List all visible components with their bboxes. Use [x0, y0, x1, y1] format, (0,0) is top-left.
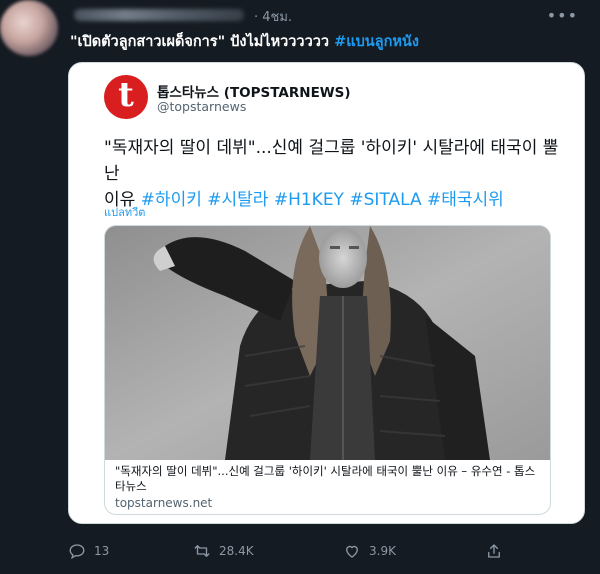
- quoted-source-handle[interactable]: @topstarnews: [157, 99, 246, 114]
- quoted-source-name[interactable]: 톱스타뉴스 (TOPSTARNEWS): [157, 81, 351, 101]
- like-count: 3.9K: [369, 544, 396, 558]
- topstarnews-logo[interactable]: t: [104, 75, 148, 119]
- photo-illustration: [105, 226, 550, 460]
- link-preview-title[interactable]: "독재자의 딸이 데뷔"...신예 걸그룹 '하이키' 시탈라에 태국이 뿔난 …: [115, 464, 545, 494]
- user-avatar[interactable]: [0, 0, 58, 56]
- retweet-count: 28.4K: [219, 544, 254, 558]
- tweet-text-plain: "เปิดตัวลูกสาวเผด็จการ" ปังไม่ไหวววววว: [70, 34, 330, 50]
- translate-tweet-link[interactable]: แปลทวีต: [104, 203, 145, 221]
- heart-icon: [346, 545, 358, 558]
- quoted-hashtags[interactable]: #하이키 #시탈라 #H1KEY #SITALA #태국시위: [141, 190, 504, 210]
- quoted-tweet-card[interactable]: t 톱스타뉴스 (TOPSTARNEWS) @topstarnews "독재자의…: [68, 62, 585, 524]
- reply-icon: [69, 544, 85, 560]
- reply-button[interactable]: 13: [68, 540, 109, 562]
- quoted-headline-line1: "독재자의 딸이 데뷔"...신예 걸그룹 '하이키' 시탈라에 태국이 뿔난: [104, 138, 559, 184]
- quoted-headline: "독재자의 딸이 데뷔"...신예 걸그룹 '하이키' 시탈라에 태국이 뿔난 …: [104, 135, 574, 213]
- retweet-icon: [194, 545, 210, 557]
- retweet-button[interactable]: 28.4K: [193, 540, 254, 562]
- article-photo[interactable]: [105, 226, 550, 460]
- tweet-timestamp[interactable]: · 4ชม.: [254, 6, 292, 27]
- blurred-username[interactable]: [74, 9, 244, 21]
- tweet-text: "เปิดตัวลูกสาวเผด็จการ" ปังไม่ไหวววววว #…: [70, 30, 419, 53]
- reply-count: 13: [94, 544, 110, 558]
- share-button[interactable]: [485, 540, 503, 562]
- like-button[interactable]: 3.9K: [343, 540, 396, 562]
- tweet-actions: 13 28.4K 3.9K: [68, 540, 508, 562]
- link-preview-card[interactable]: "독재자의 딸이 데뷔"...신예 걸그룹 '하이키' 시탈라에 태국이 뿔난 …: [104, 225, 551, 515]
- tweet-header: · 4ชม. •••: [68, 6, 588, 27]
- more-options-icon[interactable]: •••: [547, 6, 578, 25]
- link-preview-domain[interactable]: topstarnews.net: [115, 496, 212, 510]
- tweet-hashtag[interactable]: #แบนลูกหนัง: [334, 34, 419, 50]
- share-icon: [488, 544, 500, 558]
